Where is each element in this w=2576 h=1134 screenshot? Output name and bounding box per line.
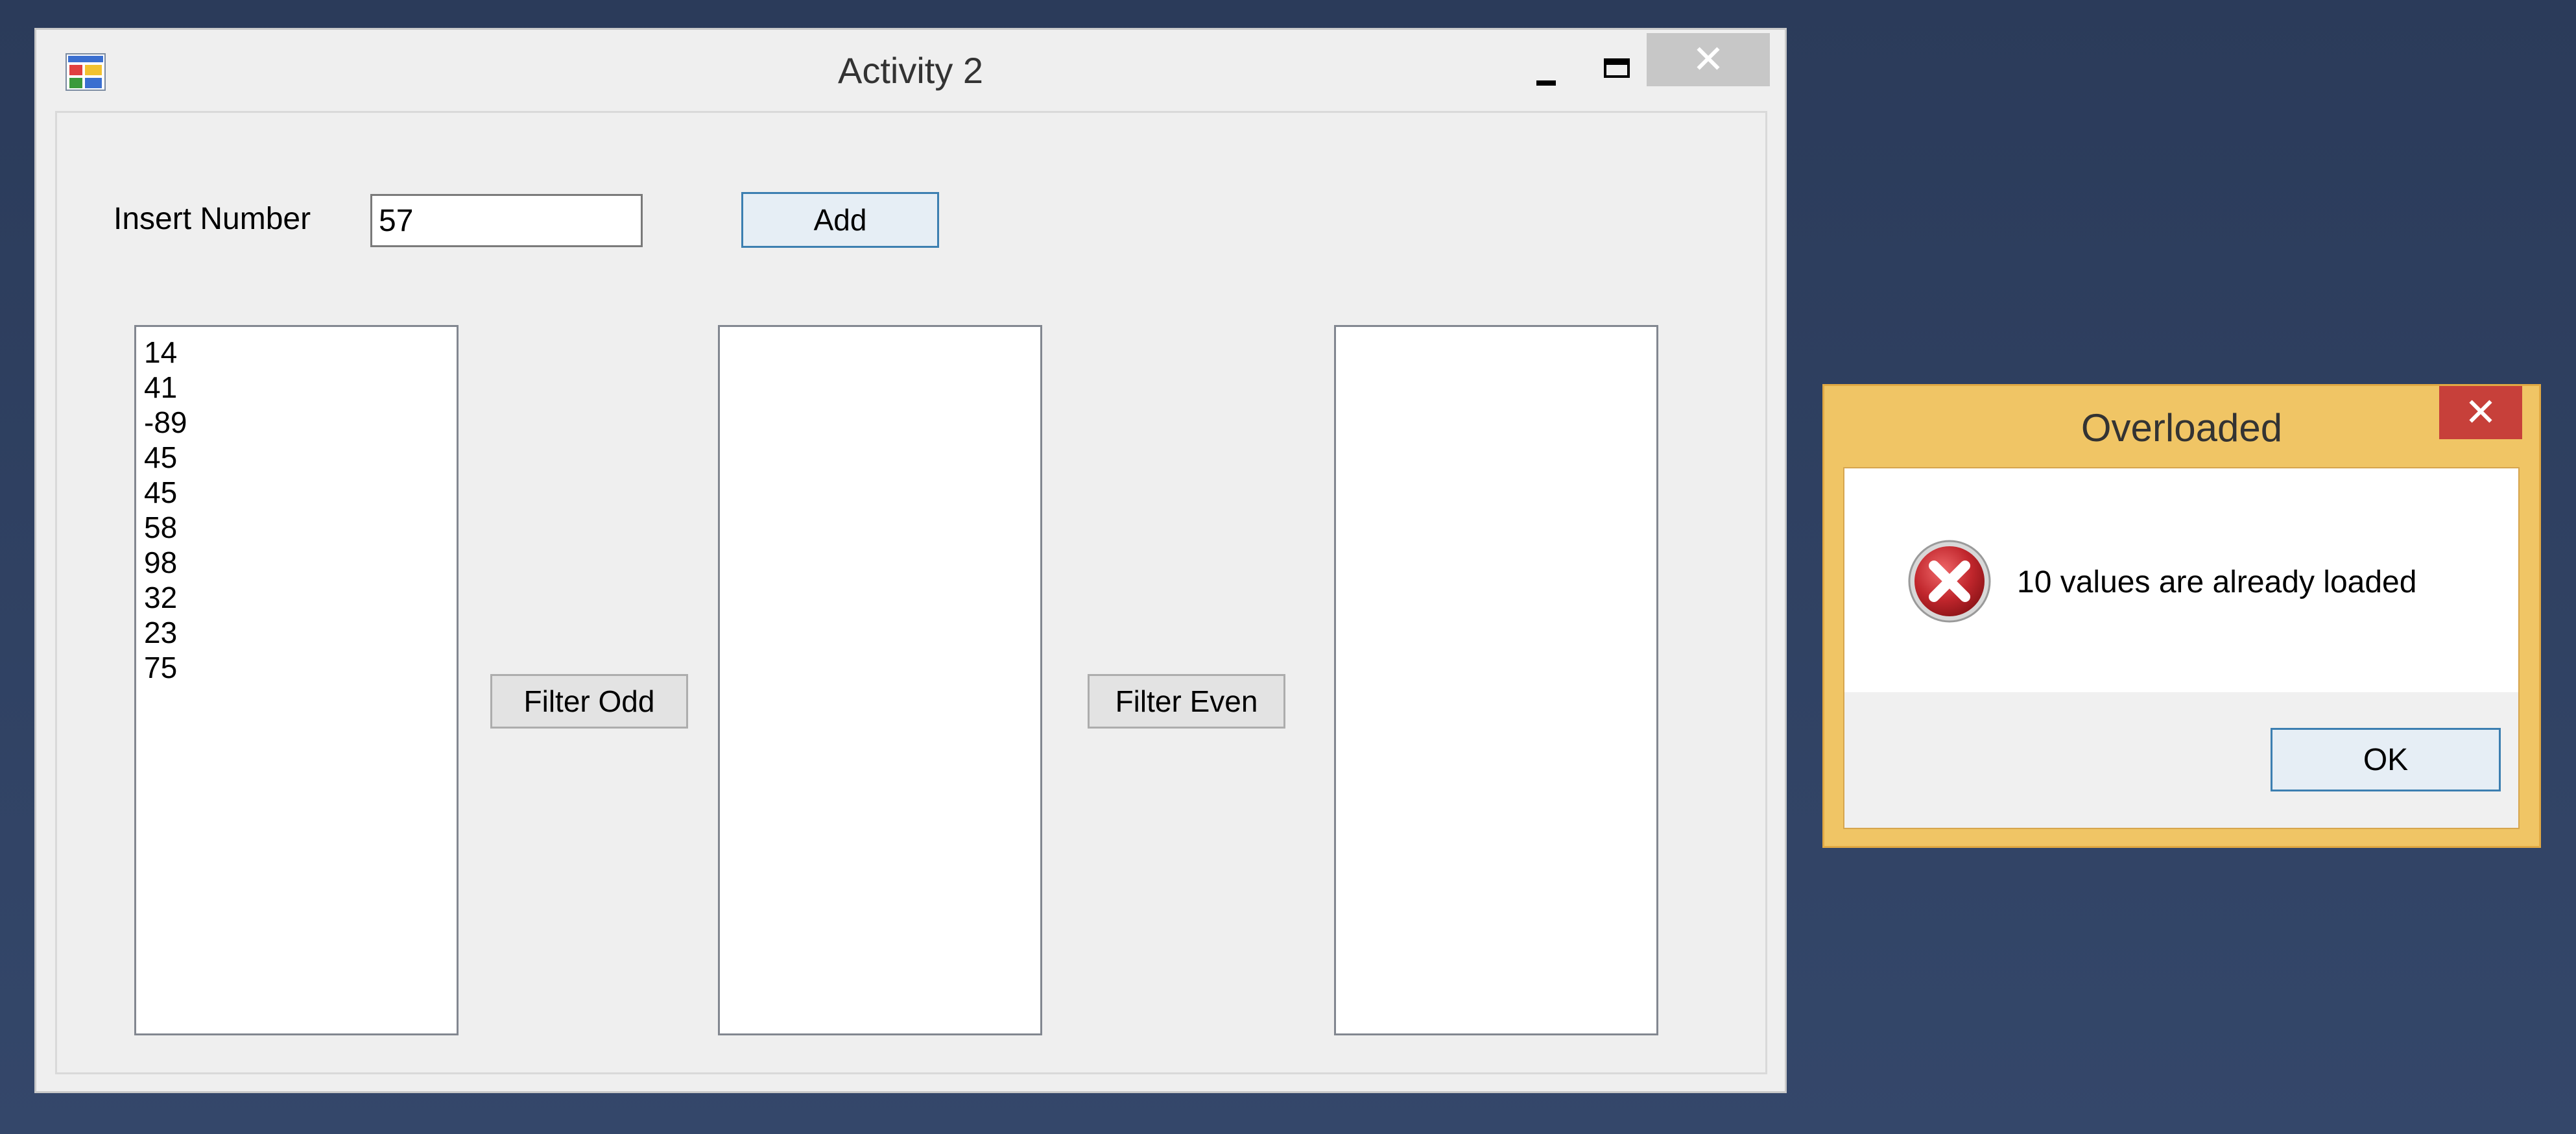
list-item[interactable]: 45 — [144, 440, 457, 475]
source-listbox[interactable]: 14 41 -89 45 45 58 98 32 23 75 — [134, 325, 459, 1035]
minimize-button[interactable] — [1520, 45, 1578, 99]
ok-button[interactable]: OK — [2271, 728, 2501, 791]
filter-even-button[interactable]: Filter Even — [1088, 674, 1285, 729]
maximize-button[interactable] — [1591, 45, 1649, 99]
list-item[interactable]: 41 — [144, 370, 457, 405]
insert-number-label: Insert Number — [113, 202, 311, 236]
list-item[interactable]: 98 — [144, 545, 457, 580]
number-input[interactable] — [370, 194, 643, 247]
dialog-message: 10 values are already loaded — [2017, 565, 2417, 599]
dialog-body: 10 values are already loaded OK — [1843, 467, 2520, 829]
overloaded-dialog: Overloaded ✕ 10 values are already loade… — [1822, 384, 2541, 848]
source-list-items: 14 41 -89 45 45 58 98 32 23 75 — [136, 327, 457, 685]
list-item[interactable]: 32 — [144, 580, 457, 615]
dialog-title: Overloaded — [2081, 406, 2283, 450]
list-item[interactable]: 14 — [144, 335, 457, 370]
list-item[interactable]: 23 — [144, 615, 457, 650]
main-titlebar[interactable]: Activity 2 ✕ — [36, 30, 1785, 109]
odd-listbox[interactable] — [718, 325, 1042, 1035]
odd-list-items — [720, 327, 1040, 335]
filter-odd-button[interactable]: Filter Odd — [490, 674, 688, 729]
list-item[interactable]: 58 — [144, 510, 457, 545]
list-item[interactable]: 45 — [144, 475, 457, 510]
error-icon — [1908, 540, 1991, 623]
close-button[interactable]: ✕ — [1647, 33, 1770, 86]
add-button[interactable]: Add — [741, 192, 939, 248]
main-window: Activity 2 ✕ Insert Number Add 1441-8945… — [34, 28, 1787, 1093]
even-listbox[interactable] — [1334, 325, 1658, 1035]
dialog-content: 10 values are already loaded — [1844, 468, 2518, 692]
dialog-close-button[interactable]: ✕ — [2439, 386, 2522, 439]
list-item[interactable]: 75 — [144, 650, 457, 685]
list-item[interactable]: -89 — [144, 405, 457, 440]
even-list-items — [1336, 327, 1656, 335]
